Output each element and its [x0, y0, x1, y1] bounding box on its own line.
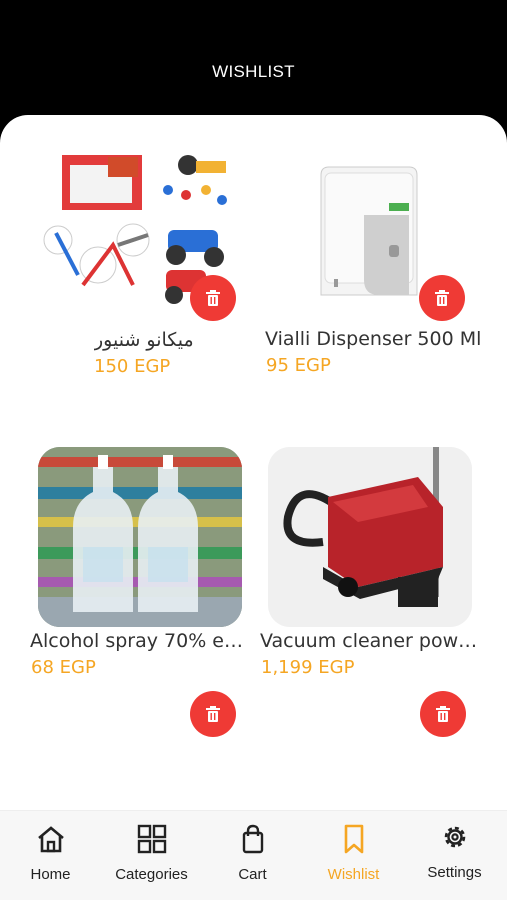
- home-icon: [37, 826, 64, 853]
- product-image[interactable]: [268, 447, 472, 627]
- wishlist-item[interactable]: Vialli Dispenser 500 Ml 95 EGP: [253, 115, 507, 395]
- wishlist-content: ميكانو شنيور 150 EGP Vialli Dispenser 50…: [0, 115, 507, 810]
- tab-label: Cart: [238, 866, 267, 883]
- grid-icon: [137, 824, 166, 854]
- trash-icon: [206, 706, 220, 722]
- wishlist-item[interactable]: Vacuum cleaner powe... 1,199 EGP: [253, 415, 507, 737]
- product-image[interactable]: [38, 447, 242, 627]
- tab-home[interactable]: Home: [0, 811, 101, 900]
- product-price: 150 EGP: [94, 356, 171, 377]
- tab-cart[interactable]: Cart: [202, 811, 303, 900]
- page-title: WISHLIST: [212, 62, 295, 81]
- tab-label: Categories: [115, 866, 188, 883]
- product-name: Alcohol spray 70% eas...: [30, 630, 250, 652]
- bottom-tab-bar: Home Categories Cart Wishlist Settings: [0, 810, 507, 900]
- trash-icon: [436, 706, 450, 722]
- gear-icon: [444, 826, 465, 848]
- shopping-bag-icon: [242, 824, 263, 854]
- wishlist-item[interactable]: ميكانو شنيور 150 EGP: [0, 115, 253, 395]
- product-name: Vialli Dispenser 500 Ml: [265, 328, 482, 350]
- bookmark-icon: [344, 824, 363, 854]
- tab-label: Settings: [427, 864, 482, 881]
- delete-button[interactable]: [190, 691, 236, 737]
- delete-button[interactable]: [419, 275, 465, 321]
- tab-label: Home: [30, 866, 71, 883]
- product-price: 68 EGP: [31, 657, 96, 678]
- trash-icon: [206, 290, 220, 306]
- product-price: 95 EGP: [266, 355, 331, 376]
- trash-icon: [435, 290, 449, 306]
- product-name: ميكانو شنيور: [94, 329, 194, 351]
- tab-label: Wishlist: [327, 866, 380, 883]
- product-price: 1,199 EGP: [261, 657, 355, 678]
- wishlist-item[interactable]: Alcohol spray 70% eas... 68 EGP: [0, 415, 253, 737]
- product-name: Vacuum cleaner powe...: [260, 630, 484, 652]
- delete-button[interactable]: [420, 691, 466, 737]
- delete-button[interactable]: [190, 275, 236, 321]
- tab-settings[interactable]: Settings: [404, 811, 505, 900]
- tab-categories[interactable]: Categories: [101, 811, 202, 900]
- tab-wishlist[interactable]: Wishlist: [303, 811, 404, 900]
